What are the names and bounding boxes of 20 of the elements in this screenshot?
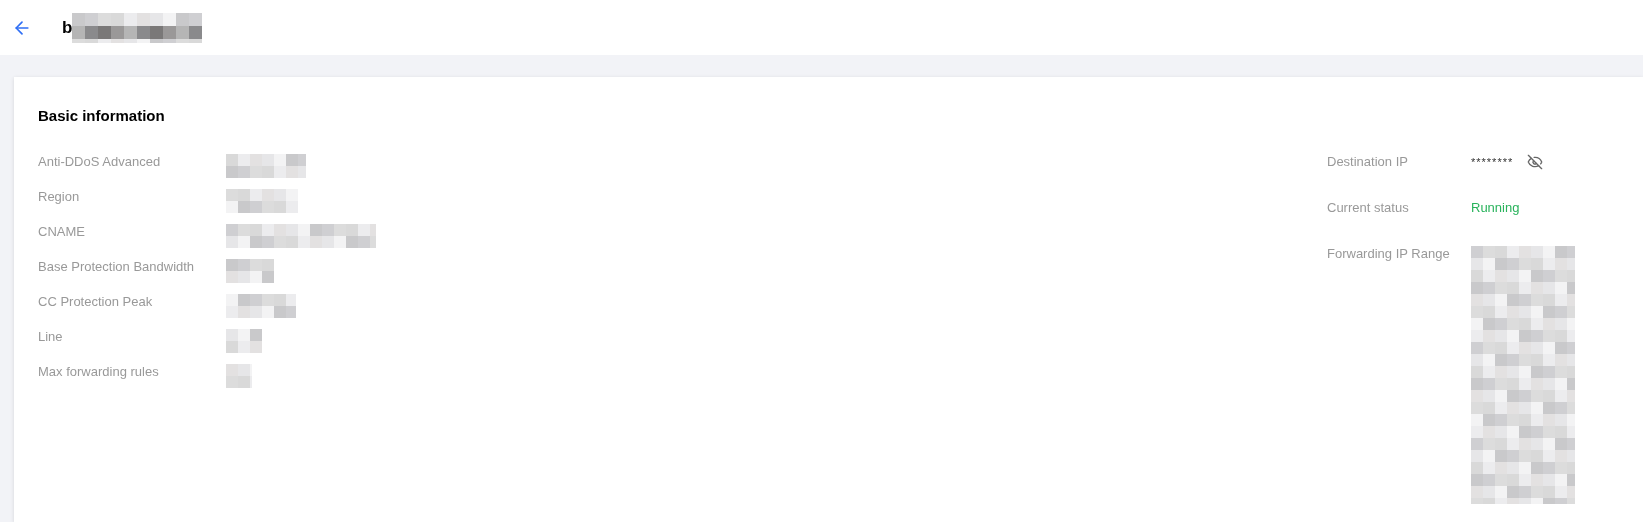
field-label: Region bbox=[38, 189, 81, 204]
redacted-value bbox=[226, 294, 296, 318]
redacted-value bbox=[226, 259, 274, 283]
field-label: Max forwarding rules bbox=[38, 364, 160, 379]
field-label: Line bbox=[38, 329, 64, 344]
page-title: b bbox=[62, 17, 73, 38]
section-title: Basic information bbox=[38, 107, 166, 124]
field-label: CC Protection Peak bbox=[38, 294, 154, 309]
field-label: Base Protection Bandwidth bbox=[38, 259, 196, 274]
field-label: CNAME bbox=[38, 224, 86, 239]
redacted-value bbox=[226, 364, 252, 388]
hide-icon[interactable] bbox=[1527, 154, 1544, 170]
field-label: Anti-DDoS Advanced bbox=[38, 154, 162, 169]
redacted-value bbox=[226, 189, 298, 213]
field-label: Current status bbox=[1327, 200, 1410, 215]
field-label: Destination IP bbox=[1327, 154, 1409, 169]
redacted-value bbox=[226, 329, 262, 353]
status-text: Running bbox=[1471, 200, 1520, 215]
masked-ip: ******** bbox=[1471, 156, 1514, 168]
field-label: Forwarding IP Range bbox=[1327, 246, 1451, 261]
